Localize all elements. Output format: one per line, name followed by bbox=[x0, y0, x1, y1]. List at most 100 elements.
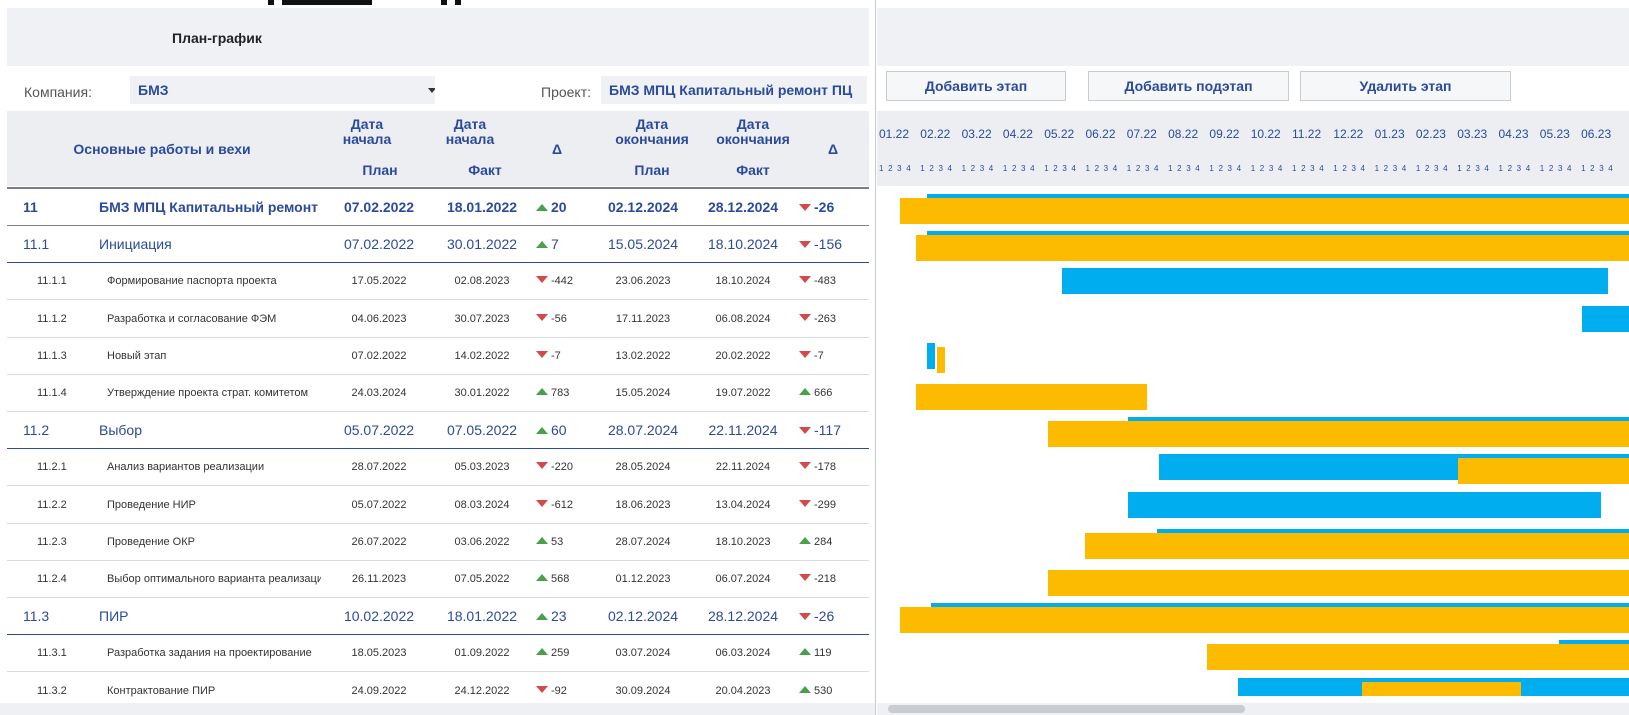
start-plan-date: 17.05.2022 bbox=[351, 275, 407, 288]
fact-bar[interactable] bbox=[937, 346, 945, 373]
timeline-month-label: 05.23 bbox=[1539, 127, 1570, 141]
table-row[interactable]: 11.3.1 Разработка задания на проектирован… bbox=[7, 635, 869, 673]
gantt-header-panel bbox=[877, 8, 1629, 66]
end-delta-value: 666 bbox=[814, 387, 833, 399]
table-horizontal-scrollbar[interactable] bbox=[0, 703, 875, 715]
start-delta: 259 bbox=[536, 635, 592, 671]
fact-bar[interactable] bbox=[1362, 681, 1521, 696]
start-plan-date: 05.07.2022 bbox=[351, 498, 407, 511]
table-row[interactable]: 11.1 Инициация 07.02.2022 30.01.2022 7 15.05.… bbox=[7, 226, 869, 264]
fact-bar[interactable] bbox=[1458, 458, 1629, 485]
panel-splitter[interactable] bbox=[875, 0, 876, 715]
delete-stage-button[interactable]: Удалить этап bbox=[1300, 71, 1511, 101]
row-number: 11.3.1 bbox=[37, 647, 67, 660]
end-delta-value: -26 bbox=[814, 199, 835, 215]
start-delta-value: 783 bbox=[551, 387, 570, 399]
fact-bar[interactable] bbox=[916, 235, 1629, 262]
triangle-up-icon bbox=[536, 204, 548, 211]
triangle-down-icon bbox=[799, 499, 811, 507]
start-fact-date: 30.07.2023 bbox=[454, 312, 510, 325]
end-fact-date: 06.08.2024 bbox=[715, 312, 771, 325]
table-row[interactable]: 11.2.4 Выбор оптимального варианта реализ… bbox=[7, 561, 869, 598]
plan-bar[interactable] bbox=[927, 342, 935, 369]
row-name: Инициация bbox=[99, 236, 172, 253]
end-delta: -7 bbox=[799, 338, 855, 374]
end-delta-value: -299 bbox=[814, 498, 837, 511]
timeline-month-label: 08.22 bbox=[1168, 127, 1199, 141]
start-fact-date: 02.08.2023 bbox=[454, 275, 510, 288]
fact-bar[interactable] bbox=[1207, 644, 1629, 671]
end-plan-date: 15.05.2024 bbox=[607, 236, 679, 253]
start-fact-date: 18.01.2022 bbox=[446, 608, 518, 625]
end-plan-date: 15.05.2024 bbox=[615, 387, 671, 399]
table-row[interactable]: 11.2 Выбор 05.07.2022 07.05.2022 60 28.07.202… bbox=[7, 412, 869, 450]
project-select[interactable]: БМЗ МПЦ Капитальный ремонт ПЦ bbox=[601, 76, 867, 104]
start-plan-date: 04.06.2023 bbox=[351, 312, 407, 325]
gantt-scrollbar-thumb[interactable] bbox=[888, 705, 1245, 713]
start-delta: 783 bbox=[536, 375, 592, 411]
plan-bar[interactable] bbox=[1582, 305, 1629, 332]
timeline-week-labels: 1 2 3 4 bbox=[1498, 164, 1532, 173]
timeline-month-label: 04.22 bbox=[1002, 127, 1033, 141]
fact-bar[interactable] bbox=[900, 198, 1629, 224]
table-row[interactable]: 11.1.2 Разработка и согласование ФЭМ 04.06… bbox=[7, 301, 869, 338]
row-number: 11.2 bbox=[23, 422, 50, 439]
timeline-month-label: 03.23 bbox=[1457, 127, 1488, 141]
table-row[interactable]: 11.1.1 Формирование паспорта проекта 17.05… bbox=[7, 263, 869, 301]
start-fact-date: 18.01.2022 bbox=[446, 199, 518, 215]
timeline-month-label: 01.22 bbox=[879, 127, 910, 141]
start-delta-value: -442 bbox=[551, 275, 574, 288]
timeline-week-labels: 1 2 3 4 bbox=[1044, 164, 1078, 173]
row-name: Формирование паспорта проекта bbox=[107, 275, 277, 288]
end-delta-value: -218 bbox=[814, 573, 837, 585]
triangle-up-icon bbox=[536, 388, 548, 395]
triangle-down-icon bbox=[799, 613, 811, 621]
app-window: План-график Компания: БМЗ Проект: БМЗ МП… bbox=[0, 0, 1629, 715]
table-row[interactable]: 11.2.2 Проведение НИР 05.07.2022 08.03.2024… bbox=[7, 487, 869, 524]
page-title: План-график bbox=[172, 30, 262, 46]
start-delta: -56 bbox=[536, 301, 592, 337]
plan-bar[interactable] bbox=[1062, 268, 1608, 295]
triangle-up-icon bbox=[536, 536, 548, 544]
timeline-month-label: 10.22 bbox=[1250, 127, 1281, 141]
start-plan-date: 26.11.2023 bbox=[351, 573, 407, 585]
row-name: Разработка и согласование ФЭМ bbox=[107, 312, 277, 325]
fact-bar[interactable] bbox=[1048, 421, 1629, 448]
row-number: 11.3 bbox=[23, 608, 50, 625]
add-stage-button[interactable]: Добавить этап bbox=[886, 71, 1066, 101]
table-row[interactable]: 11.1.4 Утверждение проекта страт. комитет… bbox=[7, 375, 869, 412]
start-delta: 20 bbox=[536, 189, 592, 225]
fact-bar[interactable] bbox=[1048, 570, 1629, 596]
table-row[interactable]: 11.2.3 Проведение ОКР 26.07.2022 03.06.2022… bbox=[7, 524, 869, 561]
fact-bar[interactable] bbox=[900, 607, 1629, 634]
plan-bar[interactable] bbox=[1128, 491, 1601, 518]
timeline-week-labels: 1 2 3 4 bbox=[1209, 164, 1243, 173]
add-substage-button[interactable]: Добавить подэтап bbox=[1088, 71, 1289, 101]
start-plan-date: 28.07.2022 bbox=[351, 461, 407, 474]
fact-bar[interactable] bbox=[1085, 532, 1629, 559]
triangle-down-icon bbox=[799, 313, 811, 321]
column-header-start-delta: Δ bbox=[551, 141, 563, 157]
start-plan-date: 07.02.2022 bbox=[351, 349, 407, 362]
table-row[interactable]: 11.1.3 Новый этап 07.02.2022 14.02.2022 -7 13… bbox=[7, 338, 869, 375]
row-name: Выбор оптимального варианта реализации bbox=[107, 573, 321, 585]
subheader-end-plan: План bbox=[634, 162, 670, 178]
row-number: 11.1 bbox=[23, 236, 50, 253]
table-row[interactable]: 11.2.1 Анализ вариантов реализации 28.07.2… bbox=[7, 449, 869, 487]
end-delta: -218 bbox=[799, 561, 855, 597]
start-fact-date: 08.03.2024 bbox=[454, 498, 510, 511]
timeline-week-labels: 1 2 3 4 bbox=[1581, 164, 1614, 173]
company-select[interactable]: БМЗ bbox=[130, 76, 435, 104]
triangle-down-icon bbox=[536, 685, 548, 693]
fact-bar[interactable] bbox=[916, 384, 1147, 410]
end-plan-date: 18.06.2023 bbox=[615, 498, 671, 511]
chevron-down-icon bbox=[428, 88, 435, 93]
triangle-up-icon bbox=[536, 427, 548, 435]
table-row[interactable]: 11 БМЗ МПЦ Капитальный ремонт ПЦ 07.02.202… bbox=[7, 189, 869, 226]
start-plan-date: 05.07.2022 bbox=[343, 422, 415, 439]
start-delta: -7 bbox=[536, 338, 592, 374]
start-delta: -612 bbox=[536, 487, 592, 523]
triangle-down-icon bbox=[799, 462, 811, 470]
table-row[interactable]: 11.3 ПИР 10.02.2022 18.01.2022 23 02.12.2024 2… bbox=[7, 598, 869, 636]
dark-mark bbox=[268, 0, 274, 5]
